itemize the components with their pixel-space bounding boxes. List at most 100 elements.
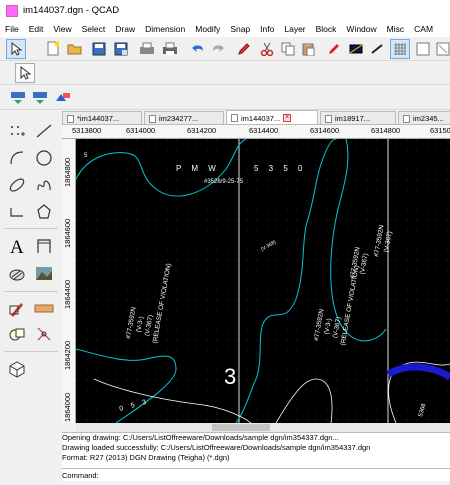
close-tab-icon[interactable]: × bbox=[283, 114, 292, 122]
menu-info[interactable]: Info bbox=[255, 24, 279, 34]
command-label: Command: bbox=[62, 470, 99, 480]
save-icon[interactable] bbox=[89, 39, 109, 59]
ruler-label: 6314000 bbox=[126, 126, 156, 135]
new-document-icon[interactable] bbox=[43, 39, 63, 59]
select-arrow-icon[interactable] bbox=[15, 63, 35, 83]
menu-snap[interactable]: Snap bbox=[225, 24, 255, 34]
menu-file[interactable]: File bbox=[0, 24, 24, 34]
menu-view[interactable]: View bbox=[48, 24, 76, 34]
drawing-canvas[interactable]: P M W 5 3 5 0 #3526/9-25-75 5 (V-368) #7… bbox=[76, 139, 450, 423]
drawing-label-5350: 5 3 5 0 bbox=[254, 164, 306, 173]
document-tabs: *im144037... im234277... im144037... × i… bbox=[62, 110, 450, 125]
palette-separator bbox=[4, 351, 58, 352]
save-as-icon[interactable] bbox=[111, 39, 131, 59]
grid-dots bbox=[76, 139, 450, 423]
menu-edit[interactable]: Edit bbox=[24, 24, 49, 34]
line-tool-icon[interactable] bbox=[31, 119, 57, 143]
block-tool-icon[interactable] bbox=[4, 322, 30, 346]
tab-document-3[interactable]: im144037... × bbox=[226, 110, 318, 124]
3d-view-icon[interactable] bbox=[4, 357, 30, 381]
arc-tool-icon[interactable] bbox=[4, 146, 30, 170]
point-tool-icon[interactable] bbox=[4, 119, 30, 143]
select-pointer-icon[interactable] bbox=[6, 39, 26, 59]
menu-cam[interactable]: CAM bbox=[409, 24, 438, 34]
ruler-label: 6314200 bbox=[187, 126, 217, 135]
menu-dimension[interactable]: Dimension bbox=[140, 24, 190, 34]
drawing-label-pmw: P M W bbox=[176, 164, 220, 173]
print-preview-icon[interactable] bbox=[137, 39, 157, 59]
copy-icon[interactable] bbox=[278, 39, 298, 59]
tab-label: im144037... bbox=[241, 113, 281, 123]
main-toolbar bbox=[0, 37, 450, 61]
paste-icon[interactable] bbox=[298, 39, 318, 59]
spline-tool-icon[interactable] bbox=[31, 173, 57, 197]
tab-document-4[interactable]: im18917... bbox=[320, 111, 396, 124]
tab-document-1[interactable]: *im144037... bbox=[62, 111, 142, 124]
shape-tool-icon[interactable] bbox=[31, 200, 57, 224]
menu-draw[interactable]: Draw bbox=[110, 24, 140, 34]
cam-export-icon[interactable] bbox=[8, 88, 28, 108]
menu-window[interactable]: Window bbox=[341, 24, 381, 34]
file-icon bbox=[231, 114, 238, 122]
tab-label: im2345... bbox=[413, 114, 444, 123]
menu-select[interactable]: Select bbox=[77, 24, 111, 34]
status-bar bbox=[0, 481, 450, 485]
console-line: Drawing loaded successfully: C:/Users/Li… bbox=[62, 443, 371, 452]
zoom-auto-icon[interactable] bbox=[433, 39, 450, 59]
circle-tool-icon[interactable] bbox=[31, 146, 57, 170]
command-input[interactable] bbox=[98, 469, 450, 481]
text-tool-icon[interactable]: A bbox=[4, 234, 30, 258]
menu-misc[interactable]: Misc bbox=[382, 24, 409, 34]
ruler-label: 6314600 bbox=[310, 126, 340, 135]
ruler-label: 6314800 bbox=[371, 126, 401, 135]
console-line: Opening drawing: C:/Users/ListOffreeware… bbox=[62, 433, 339, 442]
file-icon bbox=[325, 114, 332, 123]
horizontal-ruler: 5313800 6314000 6314200 6314400 6314600 … bbox=[62, 125, 450, 139]
vertical-ruler: 1864800 1864600 1864400 1864200 1864000 bbox=[62, 139, 76, 423]
polyline-tool-icon[interactable] bbox=[4, 200, 30, 224]
ellipse-tool-icon[interactable] bbox=[4, 173, 30, 197]
open-folder-icon[interactable] bbox=[65, 39, 85, 59]
cut-icon[interactable] bbox=[257, 39, 277, 59]
ruler-label: 1864200 bbox=[63, 340, 72, 370]
ruler-label: 5313800 bbox=[72, 126, 102, 135]
snap-toolbar bbox=[0, 61, 450, 85]
menu-modify[interactable]: Modify bbox=[190, 24, 225, 34]
color-picker-icon[interactable] bbox=[346, 39, 366, 59]
dimension-tool-icon[interactable] bbox=[31, 234, 57, 258]
tab-document-5[interactable]: im2345... bbox=[398, 111, 450, 124]
drawing-svg[interactable]: P M W 5 3 5 0 #3526/9-25-75 5 (V-368) #7… bbox=[76, 139, 450, 423]
ruler-label: 6314400 bbox=[249, 126, 279, 135]
ruler-label: 1864000 bbox=[63, 392, 72, 422]
ruler-tool-icon[interactable] bbox=[31, 297, 57, 321]
line-width-icon[interactable] bbox=[367, 39, 387, 59]
horizontal-scrollbar[interactable] bbox=[76, 423, 450, 432]
menu-block[interactable]: Block bbox=[311, 24, 342, 34]
tab-document-2[interactable]: im234277... bbox=[144, 111, 224, 124]
tab-label: *im144037... bbox=[77, 114, 120, 123]
file-icon bbox=[403, 114, 410, 123]
menu-bar: File Edit View Select Draw Dimension Mod… bbox=[0, 21, 450, 37]
cam-toolbar bbox=[0, 86, 450, 110]
file-icon bbox=[149, 114, 156, 123]
print-icon[interactable] bbox=[160, 39, 180, 59]
svg-text:A: A bbox=[10, 237, 24, 256]
redo-icon[interactable] bbox=[208, 39, 228, 59]
console-line: Format: R27 (2013) DGN Drawing (Teigha) … bbox=[62, 453, 230, 462]
undo-icon[interactable] bbox=[188, 39, 208, 59]
cam-configure-icon[interactable] bbox=[30, 88, 50, 108]
drawing-label-coord: #3526/9-25-75 bbox=[204, 179, 244, 185]
snap-tool-icon[interactable] bbox=[31, 322, 57, 346]
zoom-icon[interactable] bbox=[413, 39, 433, 59]
pencil-icon[interactable] bbox=[234, 39, 254, 59]
menu-layer[interactable]: Layer bbox=[279, 24, 310, 34]
pen-color-icon[interactable] bbox=[324, 39, 344, 59]
drawing-label-3: 3 bbox=[224, 364, 236, 389]
ruler-label: 1864400 bbox=[63, 279, 72, 309]
modify-tool-icon[interactable] bbox=[4, 297, 30, 321]
cam-simulate-icon[interactable] bbox=[53, 88, 73, 108]
scrollbar-thumb[interactable] bbox=[212, 424, 270, 431]
grid-toggle-icon[interactable] bbox=[390, 39, 410, 59]
image-tool-icon[interactable] bbox=[31, 262, 57, 286]
hatch-tool-icon[interactable] bbox=[4, 262, 30, 286]
